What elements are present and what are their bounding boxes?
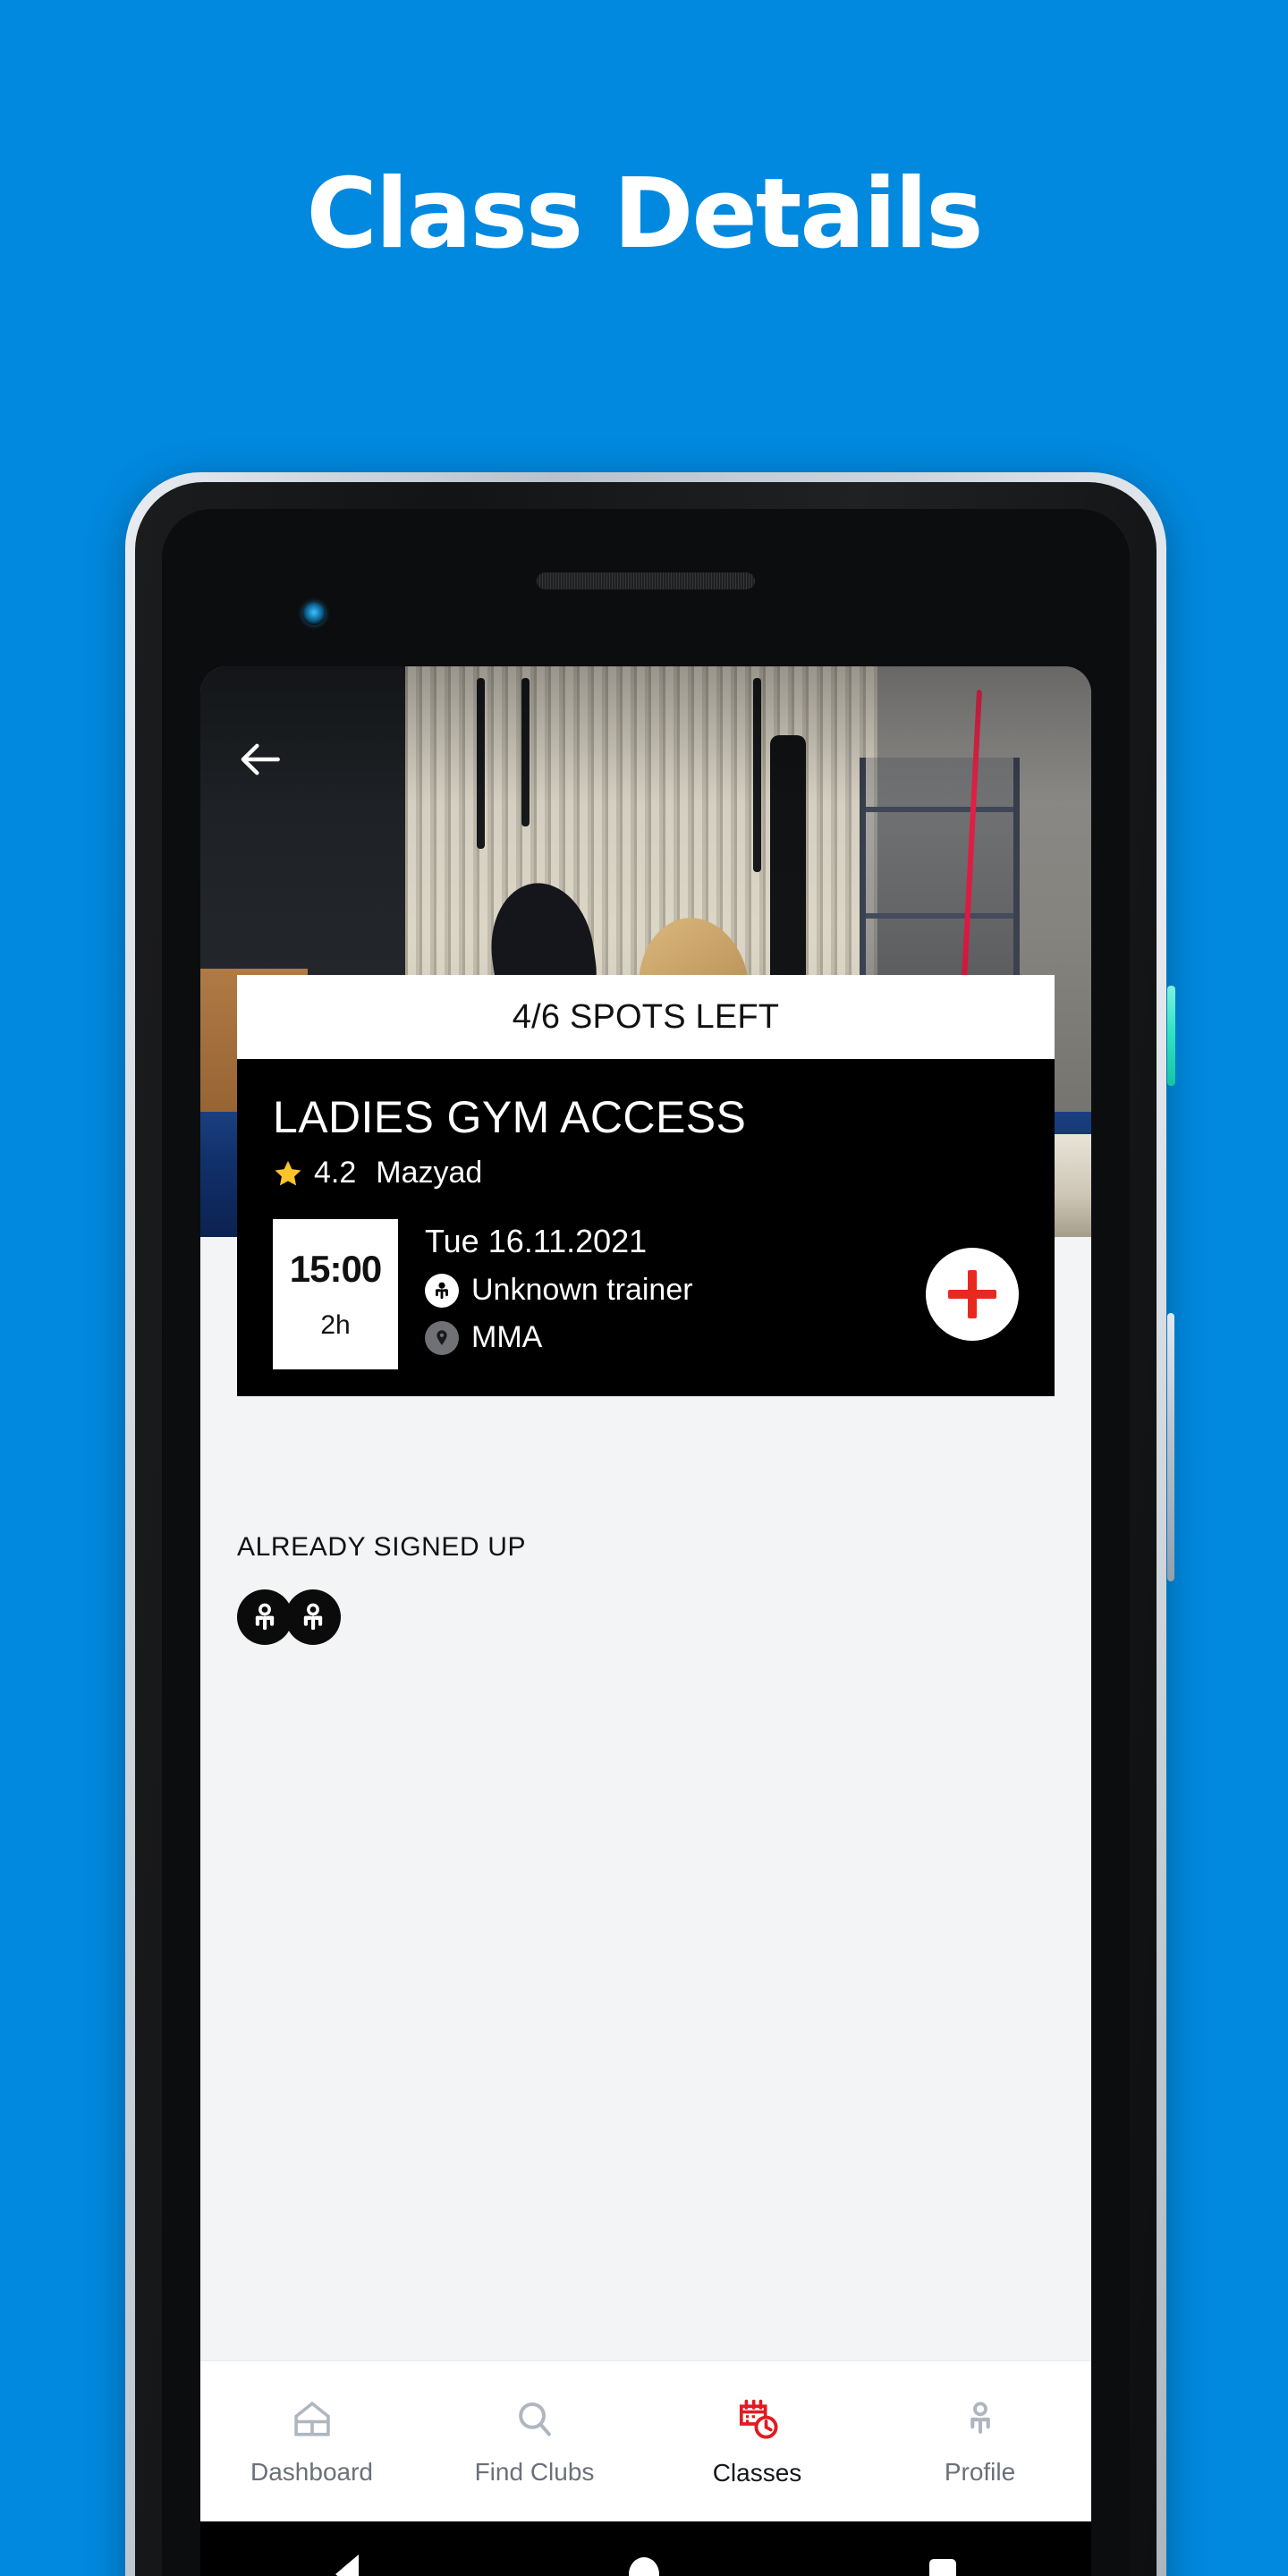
club-name: Mazyad — [376, 1156, 483, 1190]
tab-label: Profile — [944, 2457, 1016, 2486]
location-name: MMA — [471, 1320, 543, 1354]
tab-find-clubs[interactable]: Find Clubs — [423, 2361, 646, 2521]
already-signed-up-section: ALREADY SIGNED UP — [237, 1532, 1055, 1645]
already-signed-up-label: ALREADY SIGNED UP — [237, 1532, 527, 1562]
avatar[interactable] — [237, 1589, 292, 1645]
front-camera-icon — [302, 602, 326, 625]
location-pin-icon — [425, 1320, 459, 1355]
class-card: 4/6 SPOTS LEFT LADIES GYM ACCESS 4.2 Maz — [237, 975, 1055, 1396]
volume-rocker-button[interactable] — [1167, 1313, 1174, 1581]
back-arrow-icon[interactable] — [236, 734, 286, 784]
location-line: MMA — [425, 1320, 915, 1355]
rating-value: 4.2 — [314, 1156, 357, 1190]
home-circle-icon[interactable] — [629, 2557, 659, 2576]
phone-glass: 4/6 SPOTS LEFT LADIES GYM ACCESS 4.2 Maz — [162, 509, 1130, 2576]
trainer-line: Unknown trainer — [425, 1273, 915, 1308]
class-detail-texts: Tue 16.11.2021 Unknown trainer MMA — [398, 1219, 915, 1355]
app-screen: 4/6 SPOTS LEFT LADIES GYM ACCESS 4.2 Maz — [200, 666, 1091, 2576]
signed-up-avatars — [237, 1589, 1055, 1645]
class-detail-row: 15:00 2h Tue 16.11.2021 Unknown trainer … — [237, 1191, 1055, 1369]
class-duration: 2h — [320, 1310, 351, 1340]
calendar-clock-icon — [734, 2396, 781, 2443]
class-time-box: 15:00 2h — [273, 1219, 398, 1369]
bottom-tab-bar: Dashboard Find Clubs Classes Profile — [200, 2360, 1091, 2521]
tab-label: Dashboard — [250, 2457, 373, 2486]
spots-left-text: 4/6 SPOTS LEFT — [512, 997, 780, 1036]
star-icon — [273, 1158, 303, 1189]
class-date: Tue 16.11.2021 — [425, 1223, 648, 1259]
class-title: LADIES GYM ACCESS — [273, 1092, 747, 1142]
home-icon — [290, 2397, 335, 2442]
tab-label: Find Clubs — [474, 2457, 595, 2486]
tab-profile[interactable]: Profile — [869, 2361, 1091, 2521]
tab-dashboard[interactable]: Dashboard — [200, 2361, 423, 2521]
class-info-panel: LADIES GYM ACCESS 4.2 Mazyad 15:00 2h Tu… — [237, 1059, 1055, 1396]
page-title: Class Details — [306, 158, 983, 270]
recents-square-icon[interactable] — [929, 2559, 956, 2576]
plus-icon — [948, 1270, 996, 1318]
person-icon — [958, 2397, 1003, 2442]
spots-left-banner: 4/6 SPOTS LEFT — [237, 975, 1055, 1059]
rating-row: 4.2 Mazyad — [237, 1143, 1055, 1191]
trainer-name: Unknown trainer — [471, 1273, 693, 1307]
phone-mockup: 4/6 SPOTS LEFT LADIES GYM ACCESS 4.2 Maz — [125, 472, 1175, 2576]
avatar[interactable] — [285, 1589, 341, 1645]
trainer-person-icon — [425, 1273, 459, 1308]
back-triangle-icon[interactable] — [335, 2555, 359, 2576]
android-system-nav — [200, 2521, 1091, 2576]
class-start-time: 15:00 — [289, 1248, 382, 1290]
tab-label: Classes — [712, 2458, 802, 2487]
phone-body: 4/6 SPOTS LEFT LADIES GYM ACCESS 4.2 Maz — [135, 482, 1157, 2576]
earpiece-speaker-icon — [537, 572, 755, 589]
tab-classes[interactable]: Classes — [646, 2361, 869, 2521]
power-button[interactable] — [1167, 986, 1175, 1086]
search-icon — [513, 2397, 557, 2442]
add-to-class-button[interactable] — [926, 1248, 1019, 1341]
